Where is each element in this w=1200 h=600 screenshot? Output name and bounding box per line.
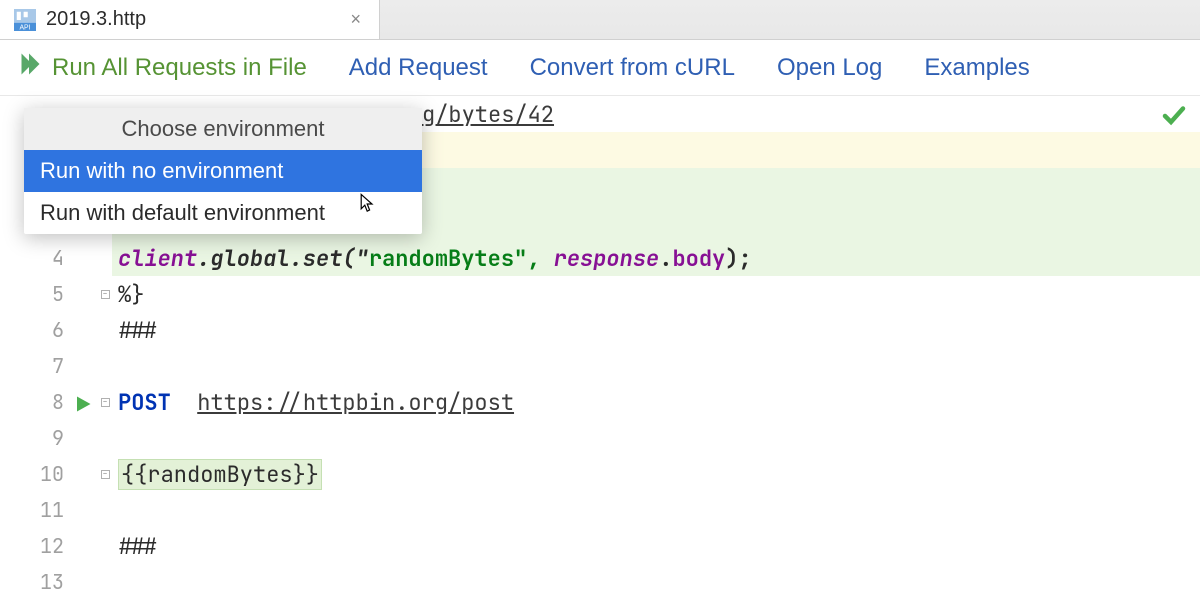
gutter-line: 7 (0, 348, 98, 384)
gutter-line: 4 (0, 240, 98, 276)
file-tab[interactable]: API 2019.3.http × (0, 0, 380, 39)
analysis-ok-icon[interactable] (1162, 104, 1186, 128)
code-line (112, 492, 1200, 528)
code-line (112, 564, 1200, 600)
run-all-label: Run All Requests in File (52, 54, 307, 82)
gutter-line: 6 (0, 312, 98, 348)
examples-link[interactable]: Examples (924, 54, 1029, 82)
gutter-line: 10 (0, 456, 98, 492)
code-line: POST https://httpbin.org/post (112, 384, 1200, 420)
convert-curl-link[interactable]: Convert from cURL (530, 54, 735, 82)
code-line: %} (112, 276, 1200, 312)
open-log-link[interactable]: Open Log (777, 54, 882, 82)
fold-toggle-icon[interactable]: – (101, 398, 110, 407)
code-line (112, 420, 1200, 456)
tab-filename: 2019.3.http (46, 8, 336, 31)
api-file-icon: API (14, 9, 36, 31)
popup-header: Choose environment (24, 108, 422, 150)
svg-text:API: API (19, 24, 30, 30)
gutter-line: 8 (0, 384, 98, 420)
action-bar: Run All Requests in File Add Request Con… (0, 40, 1200, 96)
gutter-line: 12 (0, 528, 98, 564)
gutter-line: 11 (0, 492, 98, 528)
run-all-icon (20, 52, 44, 83)
gutter-line: 13 (0, 564, 98, 600)
tab-bar: API 2019.3.http × (0, 0, 1200, 40)
add-request-link[interactable]: Add Request (349, 54, 488, 82)
code-line: ### (112, 312, 1200, 348)
gutter-line: 5 (0, 276, 98, 312)
fold-toggle-icon[interactable]: – (101, 470, 110, 479)
code-line: ### (112, 528, 1200, 564)
close-tab-icon[interactable]: × (346, 9, 365, 30)
code-line: {{randomBytes}} (112, 456, 1200, 492)
run-all-requests-button[interactable]: Run All Requests in File (20, 52, 307, 83)
run-no-environment-option[interactable]: Run with no environment (24, 150, 422, 192)
code-line (112, 348, 1200, 384)
run-request-gutter-icon[interactable] (74, 393, 92, 411)
code-line: client.global.set("randomBytes", respons… (112, 240, 1200, 276)
fold-toggle-icon[interactable]: – (101, 290, 110, 299)
mouse-cursor-icon (354, 192, 378, 216)
gutter-line: 9 (0, 420, 98, 456)
